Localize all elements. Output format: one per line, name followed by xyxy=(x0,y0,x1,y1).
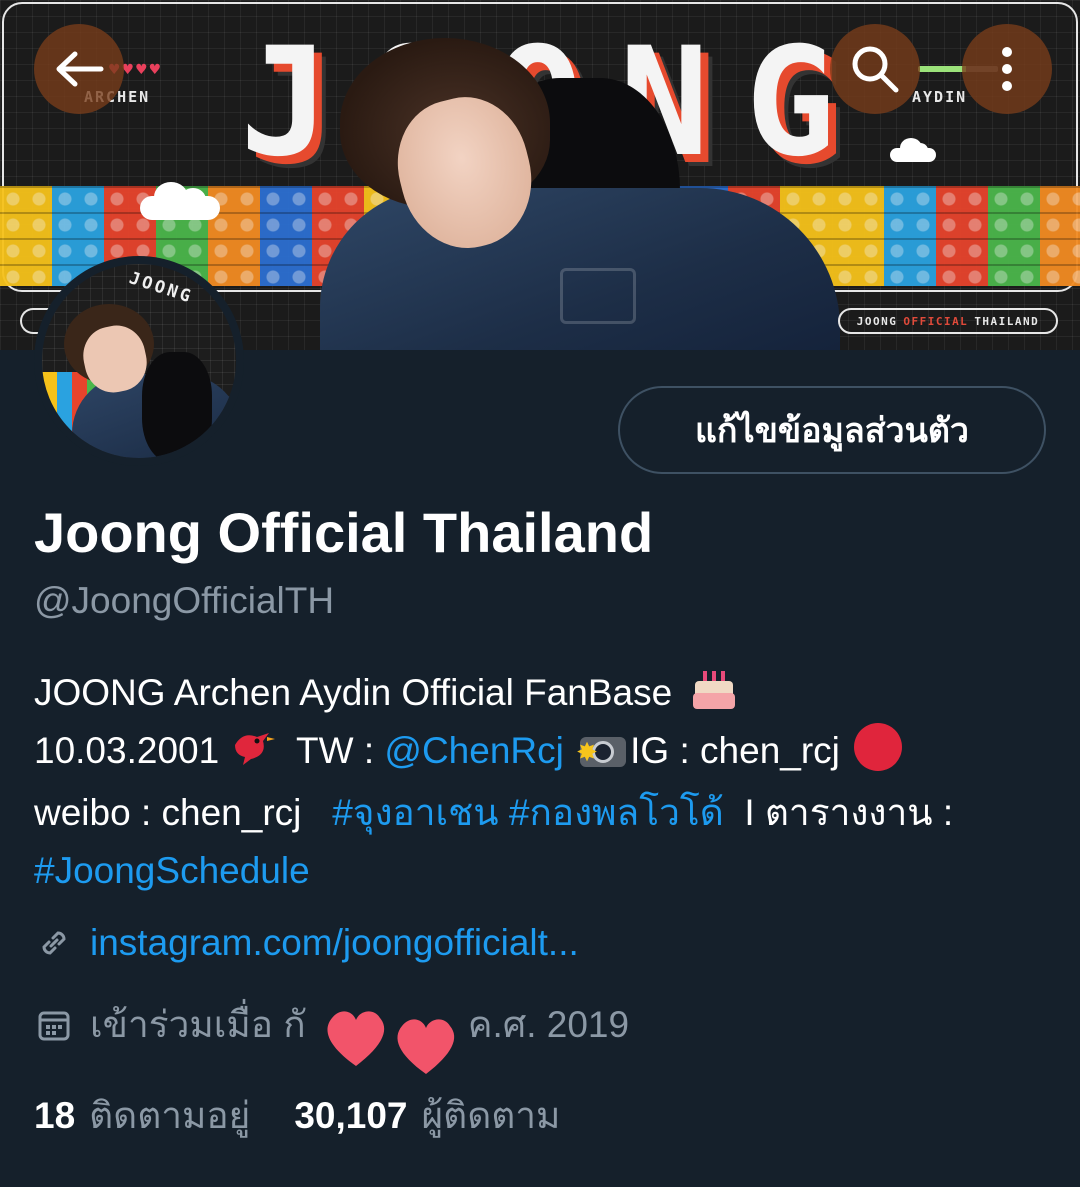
bird-icon xyxy=(229,726,276,784)
more-vertical-icon xyxy=(1002,47,1012,91)
follow-stats: 18 ติดตามอยู่ 30,107 ผู้ติดตาม xyxy=(34,1086,560,1145)
link-icon xyxy=(34,923,74,963)
bio-birthdate: 10.03.2001 xyxy=(34,730,220,771)
profile-bio: JOONG Archen Aydin Official FanBase 10.0… xyxy=(34,664,1054,900)
followers-count[interactable]: 30,107 xyxy=(294,1095,407,1137)
banner-cloud xyxy=(890,138,936,162)
arrow-left-icon xyxy=(56,51,104,87)
joined-text-prefix: เข้าร่วมเมื่อ กั xyxy=(90,1004,306,1045)
followers-label[interactable]: ผู้ติดตาม xyxy=(421,1086,560,1145)
back-button[interactable] xyxy=(34,24,124,114)
heart-stickers-icon xyxy=(327,1011,455,1074)
pill-text-thailand: THAILAND xyxy=(974,314,1040,328)
banner-label-aydin: AYDIN xyxy=(912,88,968,106)
bio-line1: JOONG Archen Aydin Official FanBase xyxy=(34,672,673,713)
bio-tw-label: TW : xyxy=(296,730,385,771)
bio-hashtag[interactable]: #JoongSchedule xyxy=(34,850,310,891)
more-options-button[interactable] xyxy=(962,24,1052,114)
banner-portrait xyxy=(320,38,840,350)
search-icon xyxy=(852,46,899,93)
profile-avatar[interactable]: JOONG xyxy=(34,256,244,466)
following-label[interactable]: ติดตามอยู่ xyxy=(89,1086,250,1145)
bio-hashtag[interactable]: #กองพลโวโด้ xyxy=(509,792,724,833)
website-row: instagram.com/joongofficialt... xyxy=(34,922,579,964)
bio-hashtag[interactable]: #จุงอาเชน xyxy=(332,792,498,833)
search-button[interactable] xyxy=(830,24,920,114)
pill-text-official: OFFICIAL xyxy=(903,314,969,328)
red-circle-icon xyxy=(853,723,902,771)
bio-schedule-label: I ตารางงาน : xyxy=(744,792,954,833)
user-handle: @JoongOfficialTH xyxy=(34,580,335,621)
following-count[interactable]: 18 xyxy=(34,1095,75,1137)
banner-cloud xyxy=(140,182,220,220)
pill-text-joong: JOONG xyxy=(856,314,898,328)
camera-flash-icon: ✸ xyxy=(576,727,628,767)
avatar-image: JOONG xyxy=(42,264,236,458)
bio-ig: IG : chen_rcj xyxy=(630,730,840,771)
avatar-label: JOONG xyxy=(126,268,196,308)
display-name: Joong Official Thailand xyxy=(34,501,654,564)
bio-tw-link[interactable]: @ChenRcj xyxy=(384,730,563,771)
joined-text-suffix: ค.ศ. 2019 xyxy=(467,1004,630,1045)
banner-official-pill: JOONG OFFICIAL THAILAND xyxy=(838,308,1058,334)
birthday-cake-icon xyxy=(691,667,737,709)
edit-profile-button[interactable]: แก้ไขข้อมูลส่วนตัว xyxy=(618,386,1046,474)
website-link[interactable]: instagram.com/joongofficialt... xyxy=(90,922,579,964)
calendar-icon xyxy=(34,1005,74,1045)
bio-weibo: weibo : chen_rcj xyxy=(34,792,302,833)
